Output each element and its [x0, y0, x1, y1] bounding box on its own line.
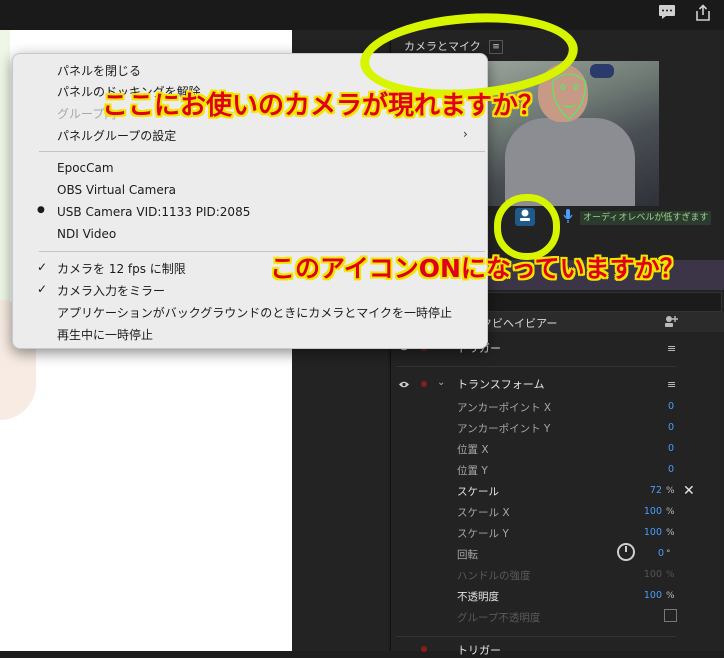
face-tracking-overlay: [552, 73, 586, 120]
audio-level-warning: オーディオレベルが低すぎます: [580, 211, 712, 225]
annotation-camera-question: ここにお使いのカメラが現れますか？: [102, 91, 545, 121]
prop-value-scale[interactable]: 72: [622, 485, 662, 496]
group-opacity-checkbox[interactable]: [664, 609, 677, 622]
prop-label-handle-strength: ハンドルの強度: [457, 570, 531, 582]
prop-unit-scale-x: %: [666, 507, 675, 517]
canvas-artwork: [0, 30, 10, 320]
prop-unit-opacity: %: [666, 591, 675, 601]
preview-body: [505, 118, 635, 206]
visibility-eye-icon[interactable]: [398, 380, 410, 390]
prop-value-scale-y[interactable]: 100: [622, 527, 662, 538]
prop-label-rotation: 回転: [457, 549, 478, 561]
preview-headset: [590, 64, 614, 78]
prop-label-anchor-x: アンカーポイント X: [457, 402, 552, 414]
prop-label-opacity: 不透明度: [457, 591, 499, 603]
add-behavior-icon[interactable]: [664, 314, 678, 328]
top-bar: [0, 0, 724, 30]
menu-item-camera-ndi[interactable]: NDI Video: [57, 227, 116, 241]
menu-item-camera-epoccam[interactable]: EpocCam: [57, 161, 114, 175]
menu-item-mirror-camera[interactable]: カメラ入力をミラー: [57, 282, 165, 299]
chevron-down-icon[interactable]: ⌄: [437, 377, 445, 388]
chevron-right-icon: ›: [463, 127, 468, 141]
prop-value-position-y[interactable]: 0: [634, 464, 674, 475]
prop-label-group-opacity: グループ不透明度: [457, 612, 541, 624]
prop-unit-handle-strength: %: [666, 570, 675, 580]
menu-item-panel-group-settings[interactable]: パネルグループの設定: [57, 127, 176, 144]
triggers-menu-icon[interactable]: ≡: [667, 343, 679, 355]
menu-item-limit-fps[interactable]: カメラを 12 fps に制限: [57, 260, 186, 277]
menu-item-pause-background[interactable]: アプリケーションがバックグラウンドのときにカメラとマイクを一時停止: [57, 304, 452, 321]
prop-unit-scale: %: [666, 486, 675, 496]
menu-item-camera-usb[interactable]: USB Camera VID:1133 PID:2085: [57, 205, 250, 219]
prop-value-handle-strength: 100: [643, 569, 662, 580]
transform-menu-icon[interactable]: ≡: [667, 379, 679, 391]
annotation-icon-question: このアイコンONになっていますか？: [270, 254, 685, 283]
close-icon[interactable]: ✕: [683, 483, 695, 499]
menu-item-pause-playback[interactable]: 再生中に一時停止: [57, 326, 153, 343]
prop-label-position-y: 位置 Y: [457, 465, 488, 477]
divider: [396, 366, 676, 367]
menu-item-camera-obs[interactable]: OBS Virtual Camera: [57, 183, 176, 197]
prop-label-scale: スケール: [457, 486, 499, 498]
prop-unit-scale-y: %: [666, 528, 675, 538]
menu-item-close-panel[interactable]: パネルを閉じる: [57, 62, 141, 79]
transform-section-title[interactable]: トランスフォーム: [457, 376, 544, 392]
prop-value-anchor-y[interactable]: 0: [634, 422, 674, 433]
prop-value-scale-x[interactable]: 100: [622, 506, 662, 517]
divider: [396, 636, 676, 637]
menu-divider: [39, 151, 485, 152]
prop-label-position-x: 位置 X: [457, 444, 489, 456]
prop-value-position-x[interactable]: 0: [634, 443, 674, 454]
prop-value-opacity[interactable]: 100: [622, 590, 662, 601]
prop-label-scale-y: スケール Y: [457, 528, 509, 540]
checkmark-icon: ✓: [37, 260, 48, 274]
share-icon[interactable]: [692, 4, 714, 24]
bottom-section-title[interactable]: トリガー: [457, 642, 501, 658]
record-dot[interactable]: [421, 646, 427, 652]
prop-label-scale-x: スケール X: [457, 507, 510, 519]
prop-value-rotation[interactable]: 0: [624, 548, 664, 559]
checkmark-icon: ✓: [37, 282, 48, 296]
prop-label-anchor-y: アンカーポイント Y: [457, 423, 551, 435]
record-dot[interactable]: [421, 381, 427, 387]
prop-unit-rotation: °: [666, 549, 671, 559]
comment-icon[interactable]: [656, 4, 678, 24]
selected-bullet-icon: ●: [37, 205, 45, 215]
prop-value-anchor-x[interactable]: 0: [634, 401, 674, 412]
microphone-icon[interactable]: [560, 208, 576, 226]
